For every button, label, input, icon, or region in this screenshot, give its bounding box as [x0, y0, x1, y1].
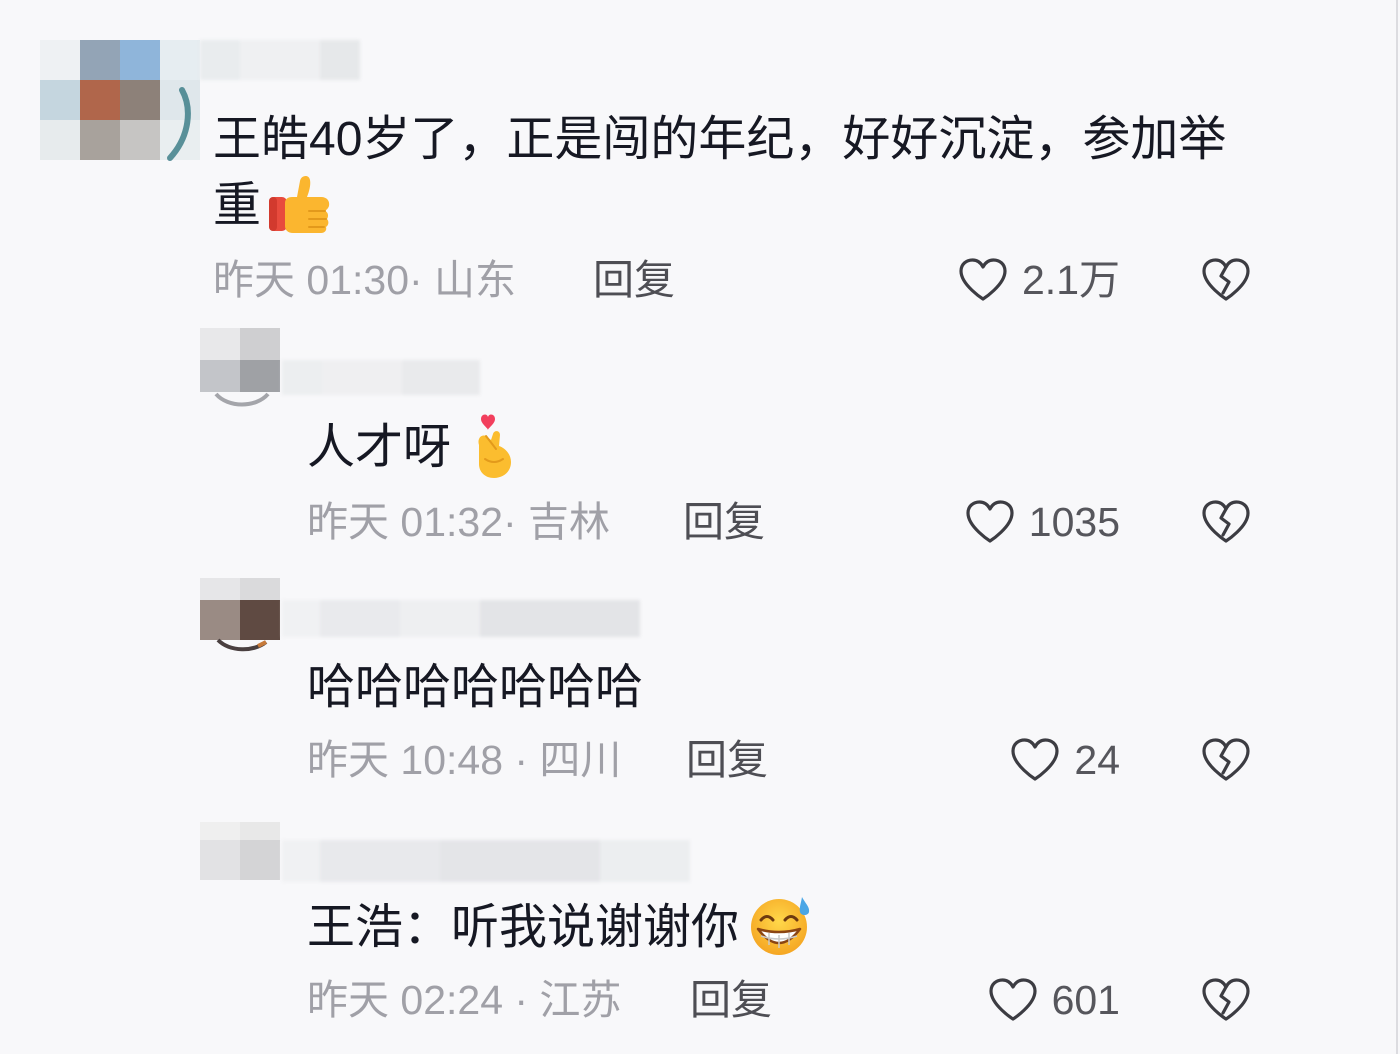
reply-button[interactable]: 回复 — [683, 498, 765, 546]
like-button[interactable]: 2.1万 — [958, 256, 1120, 304]
finger-heart-emoji-icon — [467, 413, 515, 479]
username-blurred[interactable] — [200, 40, 360, 80]
avatar-ring — [216, 638, 268, 652]
like-count: 1035 — [1028, 499, 1120, 545]
comment-meta: 昨天 01:32· 吉林 — [307, 499, 611, 545]
like-count: 601 — [1051, 977, 1120, 1023]
like-count: 24 — [1074, 737, 1120, 783]
comment-text-content: 王浩：听我说谢谢你 — [307, 901, 740, 954]
reply-button[interactable]: 回复 — [686, 736, 768, 784]
comment-text: 人才呀 — [307, 413, 1207, 483]
username-blurred[interactable] — [282, 600, 640, 637]
heart-icon — [966, 500, 1014, 543]
comment-meta: 昨天 02:24 · 江苏 — [307, 977, 622, 1023]
comment-text: 哈哈哈哈哈哈哈 — [307, 655, 1207, 721]
dislike-button[interactable] — [1200, 498, 1252, 546]
dislike-button[interactable] — [1200, 736, 1252, 784]
avatar[interactable] — [200, 822, 280, 880]
comment-text-content: 人才呀 — [307, 421, 452, 474]
dislike-button[interactable] — [1200, 256, 1252, 304]
heart-icon — [988, 978, 1037, 1021]
like-button[interactable]: 1035 — [965, 498, 1120, 546]
comment-text: 王皓40岁了，正是闯的年纪，好好沉淀，参加举重 — [213, 107, 1243, 239]
frame-edge — [1396, 0, 1398, 1054]
heart-icon — [1011, 738, 1059, 781]
username-blurred[interactable] — [282, 840, 690, 882]
broken-heart-icon — [1202, 738, 1250, 781]
comment-meta: 昨天 01:30· 山东 — [213, 257, 517, 303]
heart-icon — [959, 258, 1007, 301]
comment-text-content: 王皓40岁了，正是闯的年纪，好好沉淀，参加举重 — [213, 113, 1227, 232]
comment-meta: 昨天 10:48 · 四川 — [307, 737, 622, 783]
broken-heart-icon — [1202, 258, 1250, 301]
dislike-button[interactable] — [1200, 976, 1252, 1024]
broken-heart-icon — [1202, 500, 1250, 543]
broken-heart-icon — [1202, 978, 1250, 1021]
thumbs-up-emoji-icon — [267, 173, 333, 235]
comment-text: 王浩：听我说谢谢你 — [307, 895, 1207, 961]
reply-button[interactable]: 回复 — [593, 256, 675, 304]
grinning-face-with-sweat-emoji-icon — [747, 895, 813, 957]
avatar-ring — [167, 87, 191, 161]
avatar[interactable] — [200, 328, 280, 392]
avatar[interactable] — [200, 578, 280, 640]
like-button[interactable]: 601 — [988, 976, 1120, 1024]
comment-text-content: 哈哈哈哈哈哈哈 — [307, 661, 644, 714]
like-count: 2.1万 — [1022, 257, 1120, 303]
like-button[interactable]: 24 — [1010, 736, 1120, 784]
reply-button[interactable]: 回复 — [690, 976, 772, 1024]
username-blurred[interactable] — [282, 360, 480, 395]
avatar-ring — [214, 392, 270, 407]
